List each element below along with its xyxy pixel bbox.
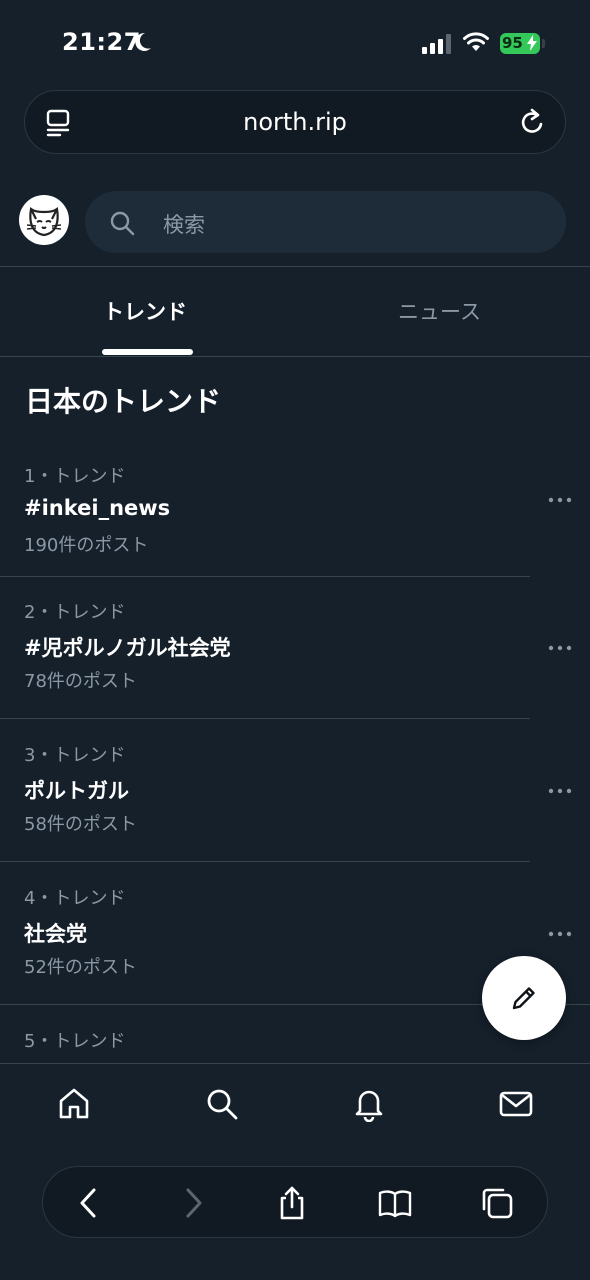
signal-icon (422, 34, 451, 54)
mail-icon[interactable] (498, 1086, 534, 1122)
reload-icon[interactable] (519, 107, 547, 137)
search-icon[interactable] (204, 1086, 240, 1122)
tab-news[interactable]: ニュース (398, 296, 481, 326)
tabs-icon[interactable] (479, 1185, 515, 1221)
search-icon (110, 211, 135, 236)
trend-count: 52件のポスト (24, 957, 137, 978)
trend-name: #inkei_news (24, 496, 171, 520)
divider (0, 576, 530, 577)
moon-icon (135, 32, 151, 51)
cat-avatar-icon (26, 206, 62, 237)
url-text[interactable]: north.rip (25, 108, 565, 136)
divider (0, 356, 590, 357)
battery-level: 95 (502, 34, 523, 52)
pencil-icon (512, 987, 535, 1010)
home-icon[interactable] (56, 1086, 92, 1122)
divider (0, 718, 530, 719)
bell-icon[interactable] (351, 1086, 387, 1122)
tab-active-indicator (102, 349, 193, 355)
bookmarks-icon[interactable] (377, 1185, 413, 1221)
trend-meta: 3・トレンド (24, 745, 126, 766)
browser-toolbar (42, 1166, 548, 1238)
bottom-nav (0, 1063, 590, 1143)
more-icon[interactable] (548, 787, 572, 795)
status-bar: 21:27 95 (0, 0, 590, 88)
more-icon[interactable] (548, 930, 572, 938)
trend-count: 190件のポスト (24, 535, 149, 556)
more-icon[interactable] (548, 496, 572, 504)
trend-count: 78件のポスト (24, 671, 137, 692)
search-placeholder: 検索 (163, 213, 205, 237)
more-icon[interactable] (548, 644, 572, 652)
trend-count: 58件のポスト (24, 814, 137, 835)
battery-cap (542, 39, 545, 48)
bolt-icon (527, 35, 537, 51)
avatar[interactable] (19, 195, 69, 245)
section-title: 日本のトレンド (25, 385, 222, 418)
page: 21:27 95 north.rip 検索 トレンド ニュース 日本のトレンド … (0, 0, 590, 1280)
trend-meta: 1・トレンド (24, 466, 126, 487)
trend-meta: 2・トレンド (24, 602, 126, 623)
url-bar[interactable]: north.rip (24, 90, 566, 154)
trend-name: ポルトガル (24, 779, 129, 803)
divider (0, 861, 530, 862)
compose-button[interactable] (482, 956, 566, 1040)
wifi-icon (463, 32, 489, 51)
battery-icon: 95 (500, 33, 540, 54)
trend-meta: 4・トレンド (24, 888, 126, 909)
divider (0, 266, 590, 267)
forward-icon (186, 1188, 202, 1218)
back-icon[interactable] (71, 1185, 107, 1221)
trend-name: #児ポルノガル社会党 (24, 636, 231, 660)
search-input[interactable]: 検索 (85, 191, 566, 253)
share-icon[interactable] (274, 1185, 310, 1221)
tab-trends[interactable]: トレンド (103, 296, 187, 326)
trend-name: 社会党 (24, 922, 87, 946)
trend-item[interactable]: 1・トレンド #inkei_news 190件のポスト (0, 462, 590, 604)
trend-meta: 5・トレンド (24, 1031, 126, 1052)
